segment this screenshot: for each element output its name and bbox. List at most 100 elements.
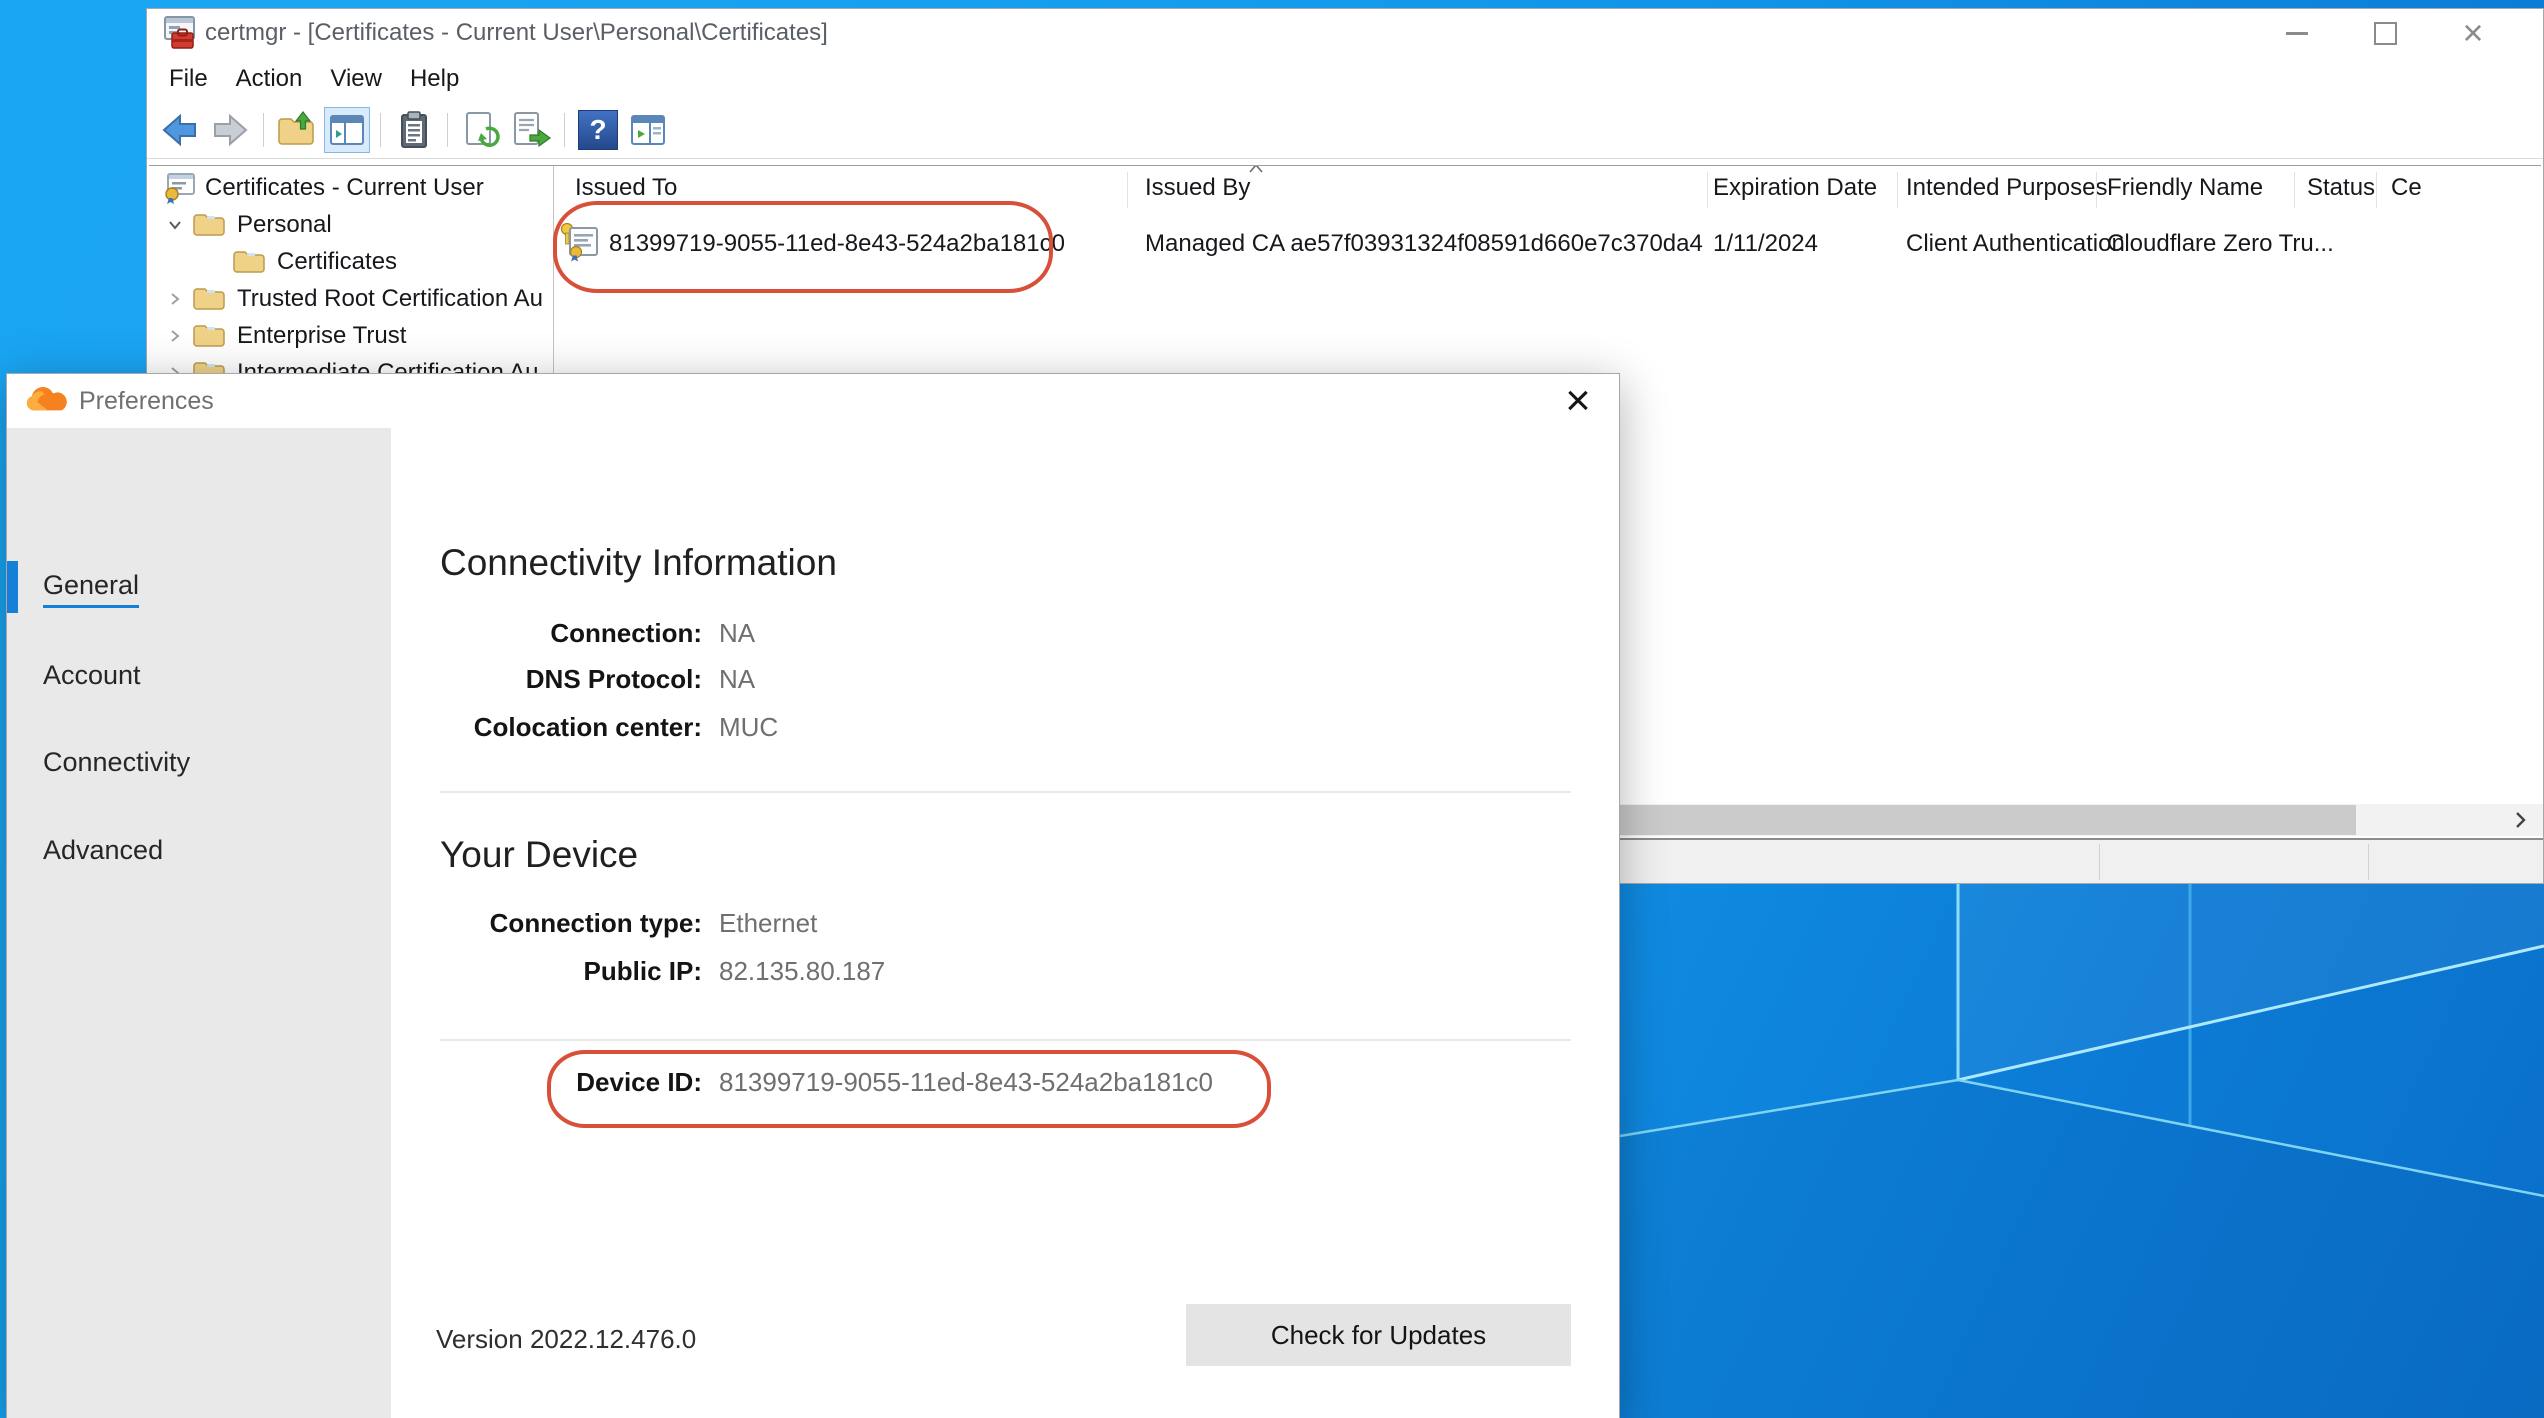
certmgr-titlebar: certmgr - [Certificates - Current User\P… [147,9,2543,57]
close-button[interactable]: × [2429,9,2517,57]
tree-item-label: Enterprise Trust [237,322,406,350]
toolbar-separator [263,113,264,147]
folder-icon [233,249,265,275]
statusbar-divider [2099,844,2100,880]
cell-expiration-date[interactable]: 1/11/2024 [1713,230,1818,258]
sort-ascending-icon [1247,166,1265,174]
toolbar-help-button[interactable]: ? [575,107,621,153]
maximize-icon [2374,22,2397,45]
public-ip-value: 82.135.80.187 [719,956,885,987]
chevron-right-icon[interactable] [167,328,183,344]
tree-item-trusted-root[interactable]: Trusted Root Certification Au [151,280,551,317]
certmgr-app-icon [161,15,197,51]
up-folder-icon [276,110,318,150]
column-divider[interactable] [1897,172,1898,208]
preferences-title: Preferences [79,374,214,428]
nav-item-label: General [43,570,139,608]
nav-item-label: Account [43,660,141,690]
annotation-ellipse-device-id [547,1050,1271,1128]
toolbar-clipboard-button[interactable] [391,107,437,153]
action-pane-icon [628,110,668,150]
nav-item-label: Advanced [43,835,163,865]
nav-item-connectivity[interactable]: Connectivity [43,744,190,780]
menu-view[interactable]: View [316,65,396,93]
cell-issued-by[interactable]: Managed CA ae57f03931324f08591d660e7c370… [1145,230,1703,258]
menu-file[interactable]: File [155,65,222,93]
nav-item-general[interactable]: General [43,567,139,603]
column-header-status[interactable]: Status [2307,174,2375,202]
column-divider[interactable] [2376,172,2377,208]
column-divider[interactable] [1707,172,1708,208]
menu-help[interactable]: Help [396,65,473,93]
selected-nav-accent-bar [7,561,18,613]
nav-item-account[interactable]: Account [43,657,141,693]
toolbar-separator [380,113,381,147]
toolbar-separator [447,113,448,147]
preferences-close-button[interactable]: × [1555,378,1601,424]
public-ip-label: Public IP: [240,956,702,987]
scroll-right-icon [2513,811,2527,829]
chevron-right-icon[interactable] [167,291,183,307]
tree-item-enterprise-trust[interactable]: Enterprise Trust [151,317,551,354]
column-header-intended-purposes[interactable]: Intended Purposes [1906,174,2107,202]
minimize-icon [2286,32,2308,35]
connection-label: Connection: [240,618,702,649]
toolbar-refresh-button[interactable] [458,107,504,153]
certificates-root-icon [161,171,197,205]
toolbar-back-button[interactable] [157,107,203,153]
tree-item-label: Trusted Root Certification Au [237,285,543,313]
colocation-center-label: Colocation center: [240,712,702,743]
statusbar-divider [2368,844,2369,880]
connection-type-label: Connection type: [240,908,702,939]
nav-item-label: Connectivity [43,747,190,777]
console-tree-icon [327,110,367,150]
clipboard-icon [395,110,433,150]
refresh-icon [461,110,501,150]
cell-friendly-name[interactable]: Cloudflare Zero Tru... [2107,230,2334,258]
folder-icon [193,286,225,312]
column-divider[interactable] [2096,172,2097,208]
colocation-center-value: MUC [719,712,778,743]
column-header-certificate[interactable]: Ce [2391,174,2422,202]
windows-logo-beams [1620,884,2544,1418]
dns-protocol-value: NA [719,664,755,695]
column-divider[interactable] [2294,172,2295,208]
your-device-heading: Your Device [440,834,638,876]
scrollbar-right-button[interactable] [2497,804,2543,836]
certmgr-window-title: certmgr - [Certificates - Current User\P… [205,9,828,57]
certmgr-window-controls: × [2253,9,2517,57]
connection-value: NA [719,618,755,649]
dns-protocol-label: DNS Protocol: [240,664,702,695]
cloudflare-logo-icon [23,387,71,415]
column-header-issued-by[interactable]: Issued By [1145,174,1250,202]
column-header-issued-to[interactable]: Issued To [575,174,677,202]
toolbar-up-one-level-button[interactable] [274,107,320,153]
toolbar-forward-button[interactable] [207,107,253,153]
chevron-down-icon[interactable] [167,217,183,233]
toolbar-show-action-pane-button[interactable] [625,107,671,153]
minimize-button[interactable] [2253,9,2341,57]
toolbar-show-console-tree-button[interactable] [324,107,370,153]
maximize-button[interactable] [2341,9,2429,57]
column-divider[interactable] [1127,172,1128,208]
connection-type-value: Ethernet [719,908,817,939]
tree-item-label: Certificates - Current User [205,174,484,202]
toolbar-export-list-button[interactable] [508,107,554,153]
menu-action[interactable]: Action [222,65,317,93]
check-for-updates-button[interactable]: Check for Updates [1186,1304,1571,1366]
section-divider [440,1039,1571,1041]
certmgr-menubar: File Action View Help [155,57,473,101]
connectivity-information-heading: Connectivity Information [440,542,837,584]
screen: certmgr - [Certificates - Current User\P… [0,0,2544,1418]
column-header-friendly-name[interactable]: Friendly Name [2107,174,2263,202]
tree-item-certificates-current-user[interactable]: Certificates - Current User [151,169,551,206]
tree-item-label: Certificates [277,248,397,276]
folder-icon [193,323,225,349]
preferences-window: Preferences × General Account Connectivi… [6,373,1620,1418]
column-header-expiration-date[interactable]: Expiration Date [1713,174,1877,202]
nav-item-advanced[interactable]: Advanced [43,832,163,868]
cell-intended-purposes[interactable]: Client Authentication [1906,230,2125,258]
tree-item-personal[interactable]: Personal [151,206,551,243]
tree-item-certificates-selected[interactable]: Certificates [151,243,551,280]
section-divider [440,791,1571,793]
